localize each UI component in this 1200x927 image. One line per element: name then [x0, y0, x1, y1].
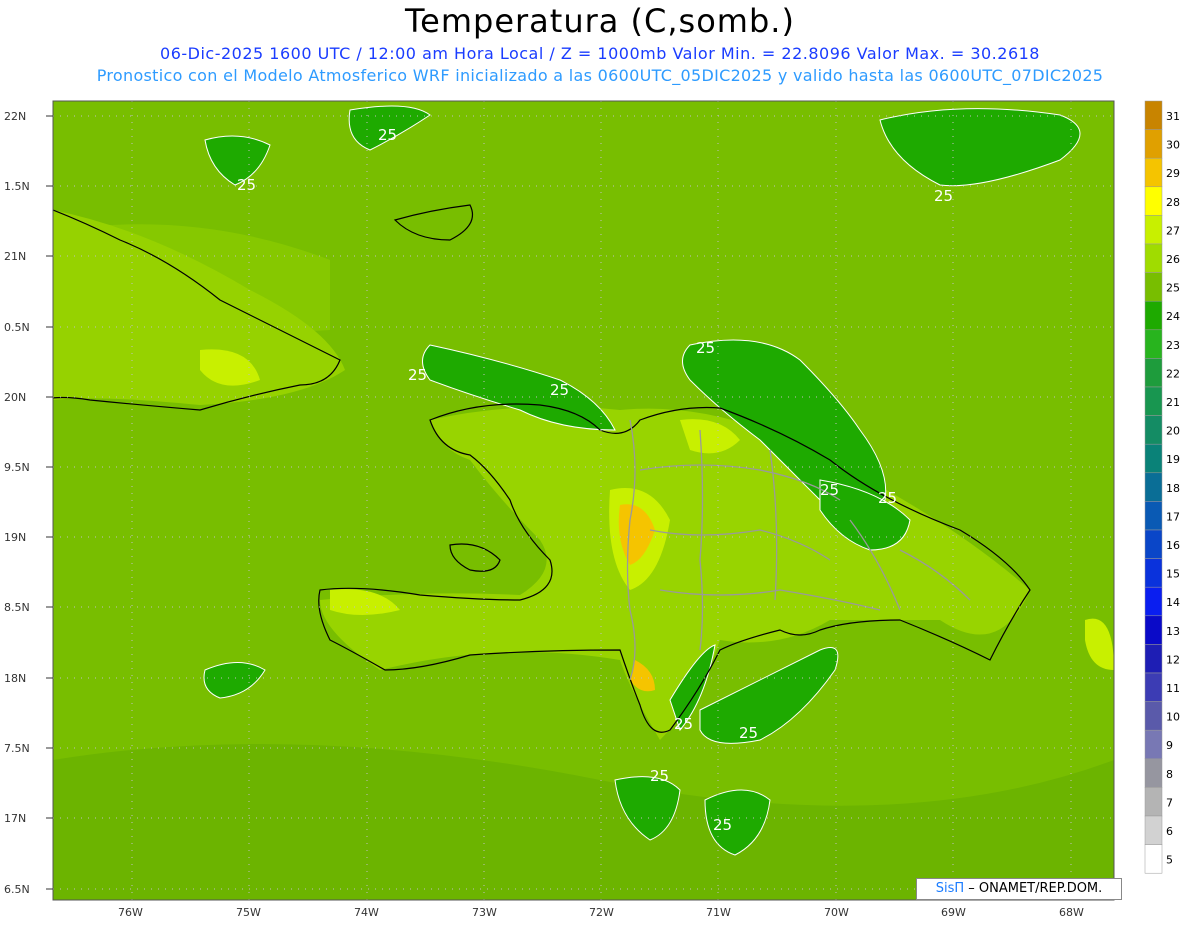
lon-label: 75W	[236, 906, 261, 919]
lon-label: 70W	[824, 906, 849, 919]
colorbar-swatch	[1144, 386, 1163, 416]
colorbar-label: 28	[1166, 196, 1180, 209]
colorbar-label: 14	[1166, 596, 1180, 609]
contour-label: 25	[934, 187, 953, 205]
credit-brand: SisΠ	[935, 881, 965, 896]
colorbar-label: 5	[1166, 854, 1173, 867]
colorbar-label: 18	[1166, 482, 1180, 495]
latitude-ticks	[46, 115, 53, 890]
colorbar-label: 19	[1166, 453, 1180, 466]
lat-label: 6.5N	[4, 883, 30, 896]
colorbar-label: 23	[1166, 339, 1180, 352]
lat-label: 18N	[4, 672, 26, 685]
contour-label: 25	[820, 481, 839, 499]
colorbar-label: 12	[1166, 653, 1180, 666]
lat-label: 20N	[4, 391, 26, 404]
lon-label: 76W	[118, 906, 143, 919]
colorbar-label: 13	[1166, 625, 1180, 638]
colorbar-swatch	[1144, 243, 1163, 273]
colorbar-label: 6	[1166, 825, 1173, 838]
colorbar-label: 10	[1166, 711, 1180, 724]
lon-label: 72W	[589, 906, 614, 919]
contour-label: 25	[378, 126, 397, 144]
colorbar: 31 30 29 28 27 26 25 24 23 22 21 20 19 18 17 16 15 14 13 12…	[1144, 100, 1180, 874]
colorbar-label: 16	[1166, 539, 1180, 552]
contour-label: 25	[739, 724, 758, 742]
colorbar-swatch	[1144, 186, 1163, 216]
colorbar-swatch	[1144, 157, 1163, 188]
colorbar-label: 31	[1166, 110, 1180, 123]
colorbar-label: 7	[1166, 796, 1173, 809]
colorbar-swatch	[1144, 501, 1163, 531]
colorbar-label: 24	[1166, 310, 1180, 323]
colorbar-swatch	[1144, 415, 1163, 445]
colorbar-swatch	[1144, 272, 1163, 302]
contour-label: 25	[674, 715, 693, 733]
longitude-axis: 76W 75W 74W 73W 72W 71W 70W 69W 68W	[118, 906, 1084, 919]
colorbar-label: 21	[1166, 396, 1180, 409]
colorbar-swatch	[1144, 300, 1163, 331]
latitude-axis: 22N 1.5N 21N 0.5N 20N 9.5N 19N 8.5N 18N …	[4, 110, 30, 896]
colorbar-label: 26	[1166, 253, 1180, 266]
lat-label: 7.5N	[4, 742, 30, 755]
lat-label: 9.5N	[4, 461, 30, 474]
lon-label: 74W	[354, 906, 379, 919]
colorbar-swatch	[1144, 329, 1163, 359]
colorbar-swatch	[1144, 815, 1163, 845]
colorbar-label: 25	[1166, 282, 1180, 295]
colorbar-label: 17	[1166, 510, 1180, 523]
credit-box: SisΠ – ONAMET/REP.DOM.	[916, 878, 1122, 900]
colorbar-label: 20	[1166, 425, 1180, 438]
lon-label: 71W	[706, 906, 731, 919]
colorbar-swatch	[1144, 844, 1163, 874]
temperature-map: 25 25 25 25 25 25 25 25 25 25 25 25 22N …	[4, 100, 1180, 919]
colorbar-label: 11	[1166, 682, 1180, 695]
colorbar-swatch	[1144, 443, 1163, 474]
credit-text: – ONAMET/REP.DOM.	[968, 881, 1103, 896]
colorbar-label: 27	[1166, 224, 1180, 237]
lat-label: 8.5N	[4, 601, 30, 614]
temperature-field	[53, 101, 1114, 900]
contour-label: 25	[650, 767, 669, 785]
contour-label: 25	[550, 381, 569, 399]
colorbar-swatch	[1144, 615, 1163, 645]
colorbar-swatch	[1144, 729, 1163, 760]
lon-label: 73W	[472, 906, 497, 919]
colorbar-swatch	[1144, 586, 1163, 617]
colorbar-swatch	[1144, 672, 1163, 702]
colorbar-swatch	[1144, 358, 1163, 388]
colorbar-swatch	[1144, 787, 1163, 817]
colorbar-swatch	[1144, 529, 1163, 559]
colorbar-swatch	[1144, 644, 1163, 674]
lon-label: 69W	[941, 906, 966, 919]
colorbar-label: 9	[1166, 739, 1173, 752]
colorbar-label: 15	[1166, 568, 1180, 581]
lat-label: 22N	[4, 110, 26, 123]
colorbar-label: 22	[1166, 367, 1180, 380]
contour-label: 25	[878, 489, 897, 507]
colorbar-label: 8	[1166, 768, 1173, 781]
lat-label: 1.5N	[4, 180, 30, 193]
colorbar-swatch	[1144, 758, 1163, 788]
contour-label: 25	[696, 339, 715, 357]
colorbar-swatch	[1144, 215, 1163, 245]
lat-label: 17N	[4, 812, 26, 825]
contour-label: 25	[713, 816, 732, 834]
colorbar-swatch	[1144, 129, 1163, 159]
colorbar-swatch	[1144, 472, 1163, 502]
lat-label: 19N	[4, 531, 26, 544]
lon-label: 68W	[1059, 906, 1084, 919]
lat-label: 0.5N	[4, 321, 30, 334]
colorbar-label: 30	[1166, 139, 1180, 152]
colorbar-label: 29	[1166, 167, 1180, 180]
colorbar-swatch	[1144, 558, 1163, 588]
lat-label: 21N	[4, 250, 26, 263]
contour-label: 25	[408, 366, 427, 384]
colorbar-swatch	[1144, 701, 1163, 731]
colorbar-swatch	[1144, 100, 1163, 130]
contour-label: 25	[237, 176, 256, 194]
